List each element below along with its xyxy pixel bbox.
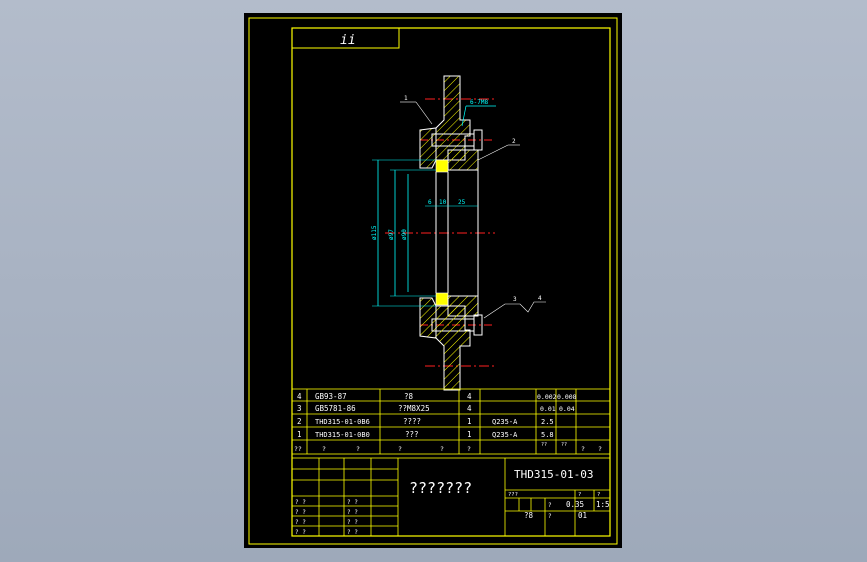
part-label-2: 2 [512,138,516,145]
bom-row-name: ??M8X25 [398,404,430,413]
left-row: ? ? [295,519,306,526]
bom-row-w1: 0.01 [540,405,556,413]
dim-d1: 6 [428,199,432,206]
scale-label: ? [578,492,581,498]
dim-d2: 10 [439,199,447,206]
title-box-text: ii [340,33,356,48]
bom-row-qty: 1 [467,417,472,426]
dim-d3: 25 [458,199,466,206]
bom-row-material: Q235-A [492,431,518,439]
bom-header-cell: ? [440,445,444,453]
seal-upper [435,159,449,173]
bom-header-cell: ? [467,445,471,453]
upper-ring-inner [447,149,479,171]
bom-row-no: 3 [297,404,302,413]
bom-row-qty: 4 [467,404,472,413]
left-row: ? ? [295,529,306,536]
left-row: ? ? [295,509,306,516]
dim-middle-label: ø97 [388,229,395,240]
callout-top: 6-7M8 [470,99,488,106]
bom-row-no: 2 [297,417,302,426]
drawing-viewport: ii ø115 ø97 ø90 6 10 25 6-7M8 1 2 3 4 4 … [244,13,622,548]
bom-header-cell: ?? [561,442,567,448]
bom-row-code: GB93-87 [315,392,347,401]
dim-outer-label: ø115 [371,225,378,240]
drawing-name: ??????? [409,479,472,497]
bom-row-w1: 5.8 [541,431,554,439]
bom-row-code: GB5781-86 [315,404,356,413]
mid-row: ? ? [347,509,358,516]
cell-mark: ?8 [524,511,534,520]
seal-lower [435,292,449,306]
left-row: ? ? [295,499,306,506]
lower-ring [419,297,437,339]
part-label-1: 1 [404,95,408,102]
bom-header-cell: ? [322,445,326,453]
part-label-3: 3 [513,296,517,303]
bom-row-code: THD315-01-0B6 [315,418,370,426]
bom-row-qty: 4 [467,392,472,401]
bom-row-w2: 0.04 [559,405,575,413]
bom-row-w1: 0.002 [537,393,557,401]
bom-row-name: ???? [403,417,421,426]
part-label-4: 4 [538,295,542,302]
bom-header-cell: ?? [294,445,302,453]
sheet-label: ? [548,513,552,520]
bom-header-cell: ? [581,445,585,453]
bom-header-cell: ?? [541,442,547,448]
bom-row-no: 4 [297,392,302,401]
bom-row-no: 1 [297,430,302,439]
mid-row: ? ? [347,519,358,526]
mid-row: ? ? [347,529,358,536]
scale-label: ??? [508,492,518,498]
drawing-number: THD315-01-03 [514,468,593,481]
mid-row: ? ? [347,499,358,506]
bom-row-code: THD315-01-0B0 [315,431,370,439]
bom-row-name: ??? [405,430,419,439]
bom-row-name: ?8 [404,392,414,401]
bom-header-cell: ? [398,445,402,453]
bom-header-cell: ? [356,445,360,453]
bom-header-cell: ? [598,445,602,453]
bom-row-w2: 0.008 [557,393,577,401]
mass-label: ? [548,502,552,509]
bom-row-qty: 1 [467,430,472,439]
mass-value: 0.35 [566,500,584,509]
dim-inner-label: ø90 [401,229,408,240]
sheet-number: 01 [578,511,587,520]
bom-row-w1: 2.5 [541,418,554,426]
scale-label: ? [597,492,600,498]
bom-row-material: Q235-A [492,418,518,426]
scale-value: 1:5 [596,500,610,509]
